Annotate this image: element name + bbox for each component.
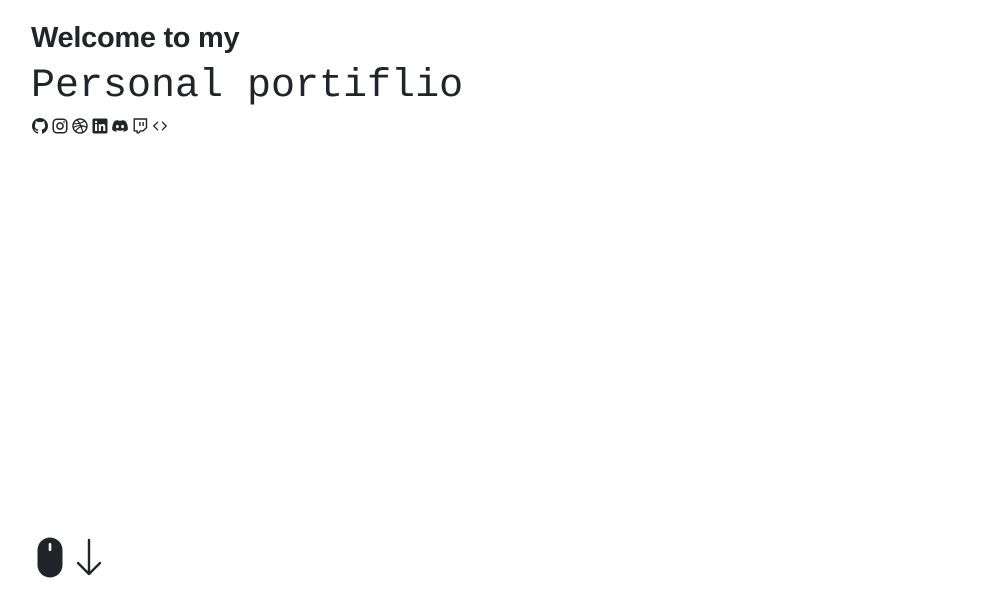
page-title: Personal portiflio xyxy=(31,64,464,109)
twitch-icon xyxy=(133,118,147,134)
social-links xyxy=(31,117,463,135)
dribbble-link[interactable] xyxy=(71,118,88,135)
github-icon xyxy=(31,118,48,134)
discord-icon xyxy=(111,120,128,132)
code-link[interactable] xyxy=(151,118,168,135)
linkedin-link[interactable] xyxy=(91,118,108,135)
discord-link[interactable] xyxy=(111,118,128,135)
arrow-down-icon xyxy=(76,538,102,575)
hero: Welcome to my Personal portiflio xyxy=(31,18,463,135)
linkedin-icon xyxy=(92,118,107,134)
mouse-icon xyxy=(37,537,63,578)
scroll-down-indicator[interactable] xyxy=(37,537,103,578)
code-icon xyxy=(152,121,167,131)
github-link[interactable] xyxy=(31,118,48,135)
twitch-link[interactable] xyxy=(131,118,148,135)
instagram-link[interactable] xyxy=(51,118,68,135)
instagram-icon xyxy=(51,118,68,134)
dribbble-icon xyxy=(71,118,88,134)
welcome-heading: Welcome to my xyxy=(31,22,240,54)
